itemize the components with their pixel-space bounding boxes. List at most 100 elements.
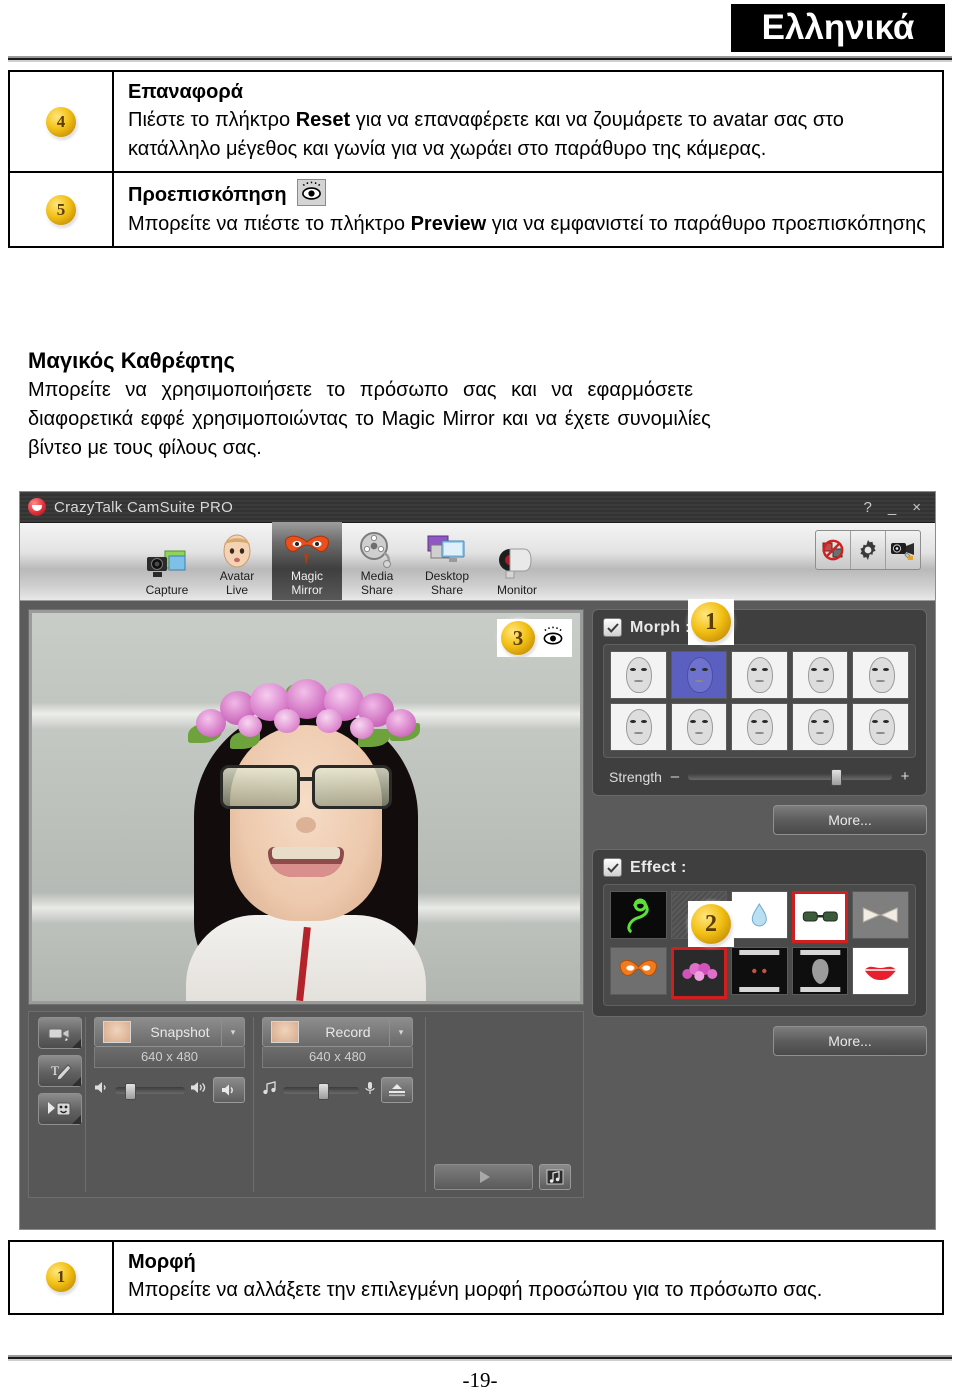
app-logo-icon xyxy=(28,498,46,516)
music-slider-handle[interactable] xyxy=(317,1082,329,1100)
strength-slider[interactable] xyxy=(687,769,892,786)
chevron-down-icon[interactable]: ▾ xyxy=(389,1018,412,1046)
toolbar-item-avatar-live[interactable]: Avatar Live xyxy=(202,522,272,600)
chevron-down-icon[interactable]: ▾ xyxy=(221,1018,244,1046)
eye-preview-icon[interactable] xyxy=(541,626,565,651)
step-coin-2: 2 xyxy=(691,904,731,944)
morph-thumb-3[interactable] xyxy=(731,651,788,699)
volume-slider-handle[interactable] xyxy=(124,1082,136,1100)
toolbar-label: Capture xyxy=(145,582,189,597)
no-video-forbidden-icon[interactable] xyxy=(816,531,851,569)
face-thumb-icon xyxy=(103,1021,131,1043)
morph-more-button[interactable]: More... xyxy=(773,805,927,835)
step-line: παράθυρο προεπισκόπησης xyxy=(673,212,926,235)
morph-thumb-8[interactable] xyxy=(731,703,788,751)
effect-thumb-ribbon[interactable] xyxy=(852,891,909,939)
step-coin-4: 4 xyxy=(46,106,76,137)
video-clip-icon[interactable] xyxy=(38,1017,82,1049)
camera-settings-icon[interactable] xyxy=(886,531,920,569)
effect-thumb-dark-eyes[interactable] xyxy=(731,947,788,995)
effect-thumb-neon-swirl[interactable] xyxy=(610,891,667,939)
strength-label: Strength xyxy=(609,768,662,785)
toolbar-label: Magic Mirror xyxy=(290,569,323,597)
morph-thumb-9[interactable] xyxy=(791,703,849,751)
step-title: Επαναφορά xyxy=(128,81,243,103)
morph-more-row: More... xyxy=(592,805,927,835)
effect-panel-header: Effect : xyxy=(603,858,916,877)
morph-checkbox[interactable] xyxy=(603,618,622,637)
toolbar-item-capture[interactable]: Capture xyxy=(132,522,202,600)
step-line: Πιέστε το πλήκτρο Reset για να επαναφέρε… xyxy=(128,109,708,132)
effect-more-row: More... xyxy=(592,1026,927,1056)
effect-thumb-orange-mask[interactable] xyxy=(610,947,667,995)
strength-plus[interactable]: + xyxy=(900,768,910,785)
effect-thumb-red-lips[interactable] xyxy=(852,947,909,995)
instruction-table-top: 4 Επαναφορά Πιέστε το πλήκτρο Reset για … xyxy=(8,70,944,248)
volume-slider-row xyxy=(94,1077,245,1103)
effect-more-button[interactable]: More... xyxy=(773,1026,927,1056)
morph-thumb-2-selected[interactable] xyxy=(670,651,728,699)
toolbar-item-media-share[interactable]: Media Share xyxy=(342,522,412,600)
morph-thumb-6[interactable] xyxy=(610,703,667,751)
table-row: 5 Προεπισκόπηση Μπορείτε να πιέστε το πλ… xyxy=(10,171,942,246)
window-titlebar: CrazyTalk CamSuite PRO ? _ × xyxy=(20,492,935,523)
play-button[interactable] xyxy=(434,1164,533,1190)
music-note-icon xyxy=(262,1081,278,1099)
effect-panel: Effect : xyxy=(592,849,927,1017)
toolbar-label: Monitor xyxy=(496,582,537,597)
strength-minus[interactable]: – xyxy=(670,768,680,785)
eye-preview-icon xyxy=(296,179,326,207)
music-file-icon[interactable] xyxy=(539,1164,571,1190)
effect-thumb-ghost[interactable] xyxy=(791,947,849,995)
effect-thumb-water-drop[interactable] xyxy=(731,891,788,939)
step-text-cell: Προεπισκόπηση Μπορείτε να πιέστε το πλήκ… xyxy=(114,173,942,246)
emoticon-icon[interactable] xyxy=(38,1093,82,1125)
morph-thumb-5[interactable] xyxy=(852,651,909,699)
music-slider[interactable] xyxy=(283,1082,359,1100)
effect-thumbnail-grid xyxy=(603,884,916,1006)
lens-right xyxy=(312,765,392,809)
speaker-mute-icon[interactable] xyxy=(213,1077,245,1103)
morph-thumb-10[interactable] xyxy=(852,703,909,751)
toolbar-item-magic-mirror[interactable]: Magic Mirror xyxy=(272,522,342,600)
toolbar-item-monitor[interactable]: Monitor xyxy=(482,522,552,600)
record-button[interactable]: Record ▾ xyxy=(262,1017,413,1047)
minimize-button[interactable]: _ xyxy=(888,500,896,515)
nose xyxy=(296,817,316,833)
effect-step-badge: 2 xyxy=(688,901,734,947)
play-triangle-icon xyxy=(479,1171,490,1183)
speaker-low-icon xyxy=(94,1081,110,1099)
help-button[interactable]: ? xyxy=(864,500,872,515)
morph-thumb-1[interactable] xyxy=(610,651,667,699)
text-pen-icon[interactable]: T xyxy=(38,1055,82,1087)
step-coin-1: 1 xyxy=(691,602,731,642)
strength-row: Strength – + xyxy=(603,768,916,786)
page-number: -19- xyxy=(462,1368,498,1392)
effect-checkbox[interactable] xyxy=(603,858,622,877)
step-coin-5: 5 xyxy=(46,194,76,225)
toolbar-label: Media Share xyxy=(360,569,394,597)
mixer-icon[interactable] xyxy=(381,1077,413,1103)
paragraph-line: βίντεο με τους φίλους σας. xyxy=(28,436,262,459)
morph-thumb-4[interactable] xyxy=(791,651,849,699)
magic-mirror-section: Μαγικός Καθρέφτης Μπορείτε να χρησιμοποι… xyxy=(28,348,938,462)
language-badge: Ελληνικά xyxy=(731,4,945,52)
snapshot-button[interactable]: Snapshot ▾ xyxy=(94,1017,245,1047)
step-title-row: Προεπισκόπηση xyxy=(128,179,932,209)
volume-slider[interactable] xyxy=(115,1082,185,1100)
gear-icon[interactable] xyxy=(851,531,886,569)
speaker-high-icon xyxy=(190,1081,208,1099)
strength-slider-handle[interactable] xyxy=(830,769,842,786)
step-text-cell: Μορφή Μπορείτε να αλλάξετε την επιλεγμέν… xyxy=(114,1242,942,1313)
effect-thumb-flower-crown-selected[interactable] xyxy=(670,947,728,999)
camera-capture-icon xyxy=(145,544,189,584)
close-button[interactable]: × xyxy=(912,500,921,515)
snapshot-resolution: 640 x 480 xyxy=(94,1047,245,1068)
effect-thumb-sunglasses-selected[interactable] xyxy=(791,891,849,943)
step-coin-1-bottom: 1 xyxy=(46,1262,76,1293)
toolbar-item-desktop-share[interactable]: Desktop Share xyxy=(412,522,482,600)
video-preview-frame[interactable]: 3 xyxy=(28,609,584,1005)
snapshot-group: Snapshot ▾ 640 x 480 xyxy=(85,1017,253,1192)
webcam-person xyxy=(172,671,440,1001)
morph-thumb-7[interactable] xyxy=(670,703,728,751)
